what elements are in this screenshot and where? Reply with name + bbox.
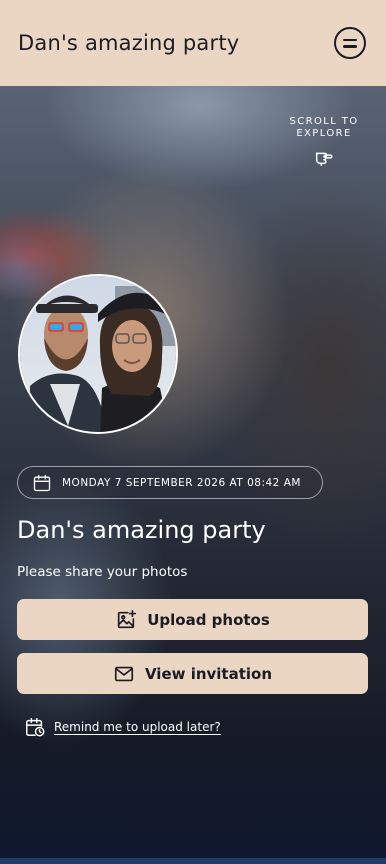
envelope-icon	[114, 666, 134, 681]
view-invitation-button[interactable]: View invitation	[17, 653, 368, 694]
menu-line	[343, 38, 357, 41]
image-plus-icon	[118, 609, 137, 628]
calendar-icon	[33, 474, 51, 491]
view-invitation-label: View invitation	[144, 664, 273, 683]
remind-later-link[interactable]: Remind me to upload later?	[24, 716, 221, 738]
app-header: Dan's amazing party	[0, 0, 386, 86]
scroll-hint[interactable]: SCROLL TO EXPLORE	[284, 116, 364, 168]
hero-section: SCROLL TO EXPLORE MONDAY 7 SEPTEMBER 202…	[0, 86, 386, 864]
profile-photo	[20, 276, 176, 432]
event-date-text: MONDAY 7 SEPTEMBER 2026 AT 08:42 AM	[62, 476, 301, 489]
event-subtitle: Please share your photos	[17, 564, 188, 580]
pointing-hand-icon	[315, 152, 333, 166]
scroll-hint-label: SCROLL TO EXPLORE	[289, 116, 359, 139]
menu-line	[343, 45, 357, 48]
menu-icon[interactable]	[334, 27, 366, 59]
event-title: Dan's amazing party	[17, 516, 266, 544]
hero-bottom-edge	[0, 858, 386, 864]
calendar-clock-icon	[26, 718, 45, 737]
event-date-pill: MONDAY 7 SEPTEMBER 2026 AT 08:42 AM	[17, 466, 323, 499]
upload-photos-button[interactable]: Upload photos	[17, 599, 368, 640]
page-title: Dan's amazing party	[18, 31, 240, 55]
avatar	[18, 274, 178, 434]
remind-later-label: Remind me to upload later?	[54, 720, 221, 734]
upload-photos-label: Upload photos	[147, 610, 270, 629]
